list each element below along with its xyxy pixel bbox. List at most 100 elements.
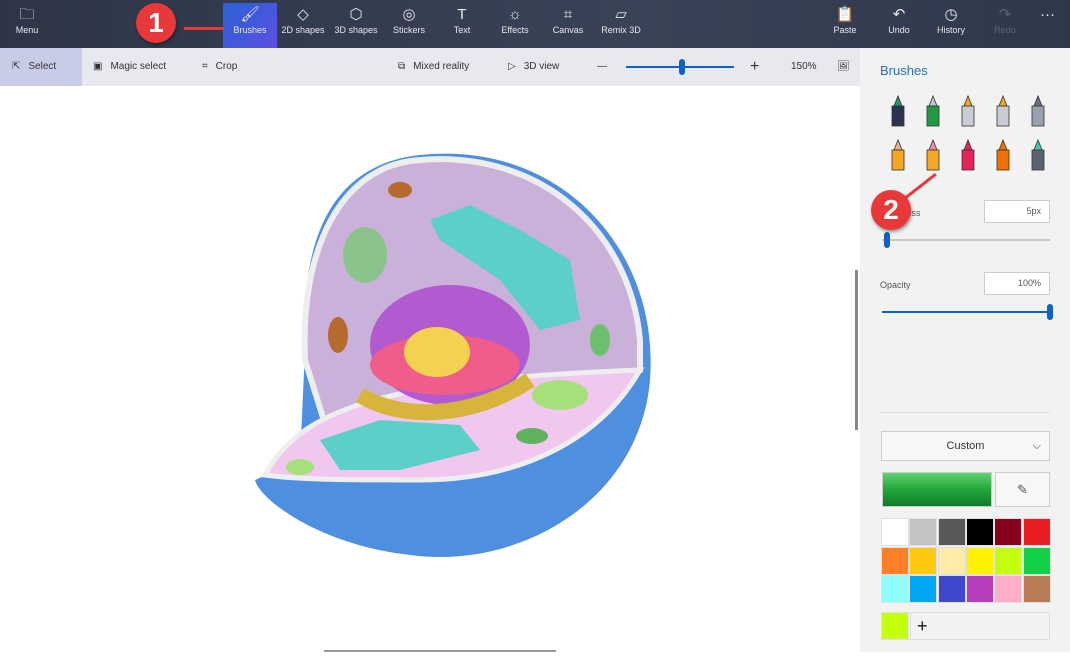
sun-icon: ☼ [508,6,522,23]
color-mode-dropdown[interactable]: Custom ⌵ [881,431,1050,461]
opacity-slider-thumb[interactable] [1047,304,1053,320]
opacity-slider[interactable] [882,311,1050,313]
brush-spray-can[interactable] [991,138,1015,172]
brush-calligraphy-pen[interactable] [921,94,945,128]
label: Crop [215,61,238,72]
thickness-slider[interactable] [882,239,1050,241]
panel-title: Brushes [880,63,928,78]
opacity-input[interactable]: 100% [984,272,1050,295]
menu-button[interactable]: 🗀 Menu [0,3,54,48]
canvas-tab[interactable]: ⌗ Canvas [541,3,595,48]
brush-fill[interactable] [1026,138,1050,172]
palette-swatch[interactable] [994,546,1023,575]
marker-icon [891,94,905,127]
custom-color-swatch[interactable] [881,612,909,640]
image-options-button[interactable]: 🖼 [837,48,850,86]
redo-button[interactable]: ↷ Redo [978,3,1032,48]
add-color-button[interactable]: + [910,612,1050,640]
more-icon: ··· [1040,6,1055,23]
magic-select-button[interactable]: ▣ Magic select [93,48,166,86]
brush-pencil[interactable] [886,138,910,172]
current-color[interactable] [882,472,992,507]
3d-shapes-tab[interactable]: ⬡ 3D shapes [329,3,383,48]
zoom-out-button[interactable]: — [597,48,607,86]
3d-view-button[interactable]: ▷ 3D view [508,48,559,86]
palette-swatch[interactable] [937,546,966,575]
calligraphy-pen-icon [926,94,940,127]
sticker-icon: ◎ [402,6,416,23]
drawing-canvas[interactable] [0,86,860,652]
zoom-slider-thumb[interactable] [679,59,686,75]
crop-button[interactable]: ⌗ Crop [202,48,237,86]
brush-marker[interactable] [886,94,910,128]
brushes-tab[interactable]: 🖌 Brushes [223,3,277,48]
more-button[interactable]: ··· [1025,3,1070,48]
palette-swatch[interactable] [1022,575,1051,603]
mixed-reality-icon: ⧉ [398,61,406,72]
palette-swatch[interactable] [909,518,938,546]
text-icon: T [457,6,467,23]
chevron-down-icon: ⌵ [1032,440,1041,452]
annotation-arrow-1 [184,27,224,30]
palette-swatch[interactable] [881,518,909,546]
oil-brush-icon [961,94,975,127]
thickness-slider-thumb[interactable] [884,232,891,248]
palette-swatch[interactable] [881,546,909,575]
vertical-scrollbar[interactable] [855,270,858,430]
mixed-reality-button[interactable]: ⧉ Mixed reality [398,48,469,86]
select-button[interactable]: ⇱ Select [0,48,82,86]
brush-pixel-pen[interactable] [1026,94,1050,128]
brush-watercolor[interactable] [991,94,1015,128]
label: 3D shapes [334,25,378,35]
brush-eraser[interactable] [921,138,945,172]
history-icon: ◷ [944,6,958,23]
label: Canvas [552,25,584,35]
text-tab[interactable]: T Text [435,3,489,48]
paste-button[interactable]: 📋 Paste [818,3,872,48]
label: 2D shapes [281,25,325,35]
remix-3d-tab[interactable]: ▱ Remix 3D [594,3,648,48]
label: History [936,25,965,35]
3d-view-icon: ▷ [508,61,516,72]
palette-swatch[interactable] [994,518,1023,546]
label: Stickers [392,25,425,35]
label: Magic select [110,61,167,72]
2d-shapes-tab[interactable]: ◇ 2D shapes [276,3,330,48]
brush-icon: 🖌 [240,6,260,23]
opacity-label: Opacity [880,280,911,290]
undo-button[interactable]: ↶ Undo [872,3,926,48]
annotation-badge-2: 2 [871,190,911,230]
palette-swatch[interactable] [965,546,994,575]
label: Custom [946,440,985,452]
thickness-input[interactable]: 5px [984,200,1050,223]
crop-icon: ⌗ [202,61,208,72]
clipboard-icon: 📋 [835,6,855,23]
brush-oil-brush[interactable] [956,94,980,128]
undo-icon: ↶ [892,6,906,23]
label: Menu [15,25,39,35]
label: Mixed reality [413,61,470,72]
palette-swatch[interactable] [909,575,938,603]
palette-swatch[interactable] [1022,518,1051,546]
label: Effects [501,25,529,35]
eyedropper-button[interactable]: ✎ [995,472,1050,507]
effects-tab[interactable]: ☼ Effects [488,3,542,48]
brush-crayon[interactable] [956,138,980,172]
palette-swatch[interactable] [881,575,909,603]
label: Undo [888,25,910,35]
palette-swatch[interactable] [937,518,966,546]
zoom-level: 150% [791,61,817,72]
palette-swatch[interactable] [965,518,994,546]
label: Brushes [233,25,267,35]
spray-can-icon [996,138,1010,171]
zoom-in-button[interactable]: + [750,48,759,86]
palette-swatch[interactable] [937,575,966,603]
palette-swatch[interactable] [994,575,1023,603]
palette-swatch[interactable] [909,546,938,575]
stickers-tab[interactable]: ◎ Stickers [382,3,436,48]
brushes-panel: Brushes Thickness 5px Opacity 100% Custo… [860,48,1070,652]
palette-swatch[interactable] [1022,546,1051,575]
history-button[interactable]: ◷ History [924,3,978,48]
remix-icon: ▱ [615,6,627,23]
palette-swatch[interactable] [965,575,994,603]
